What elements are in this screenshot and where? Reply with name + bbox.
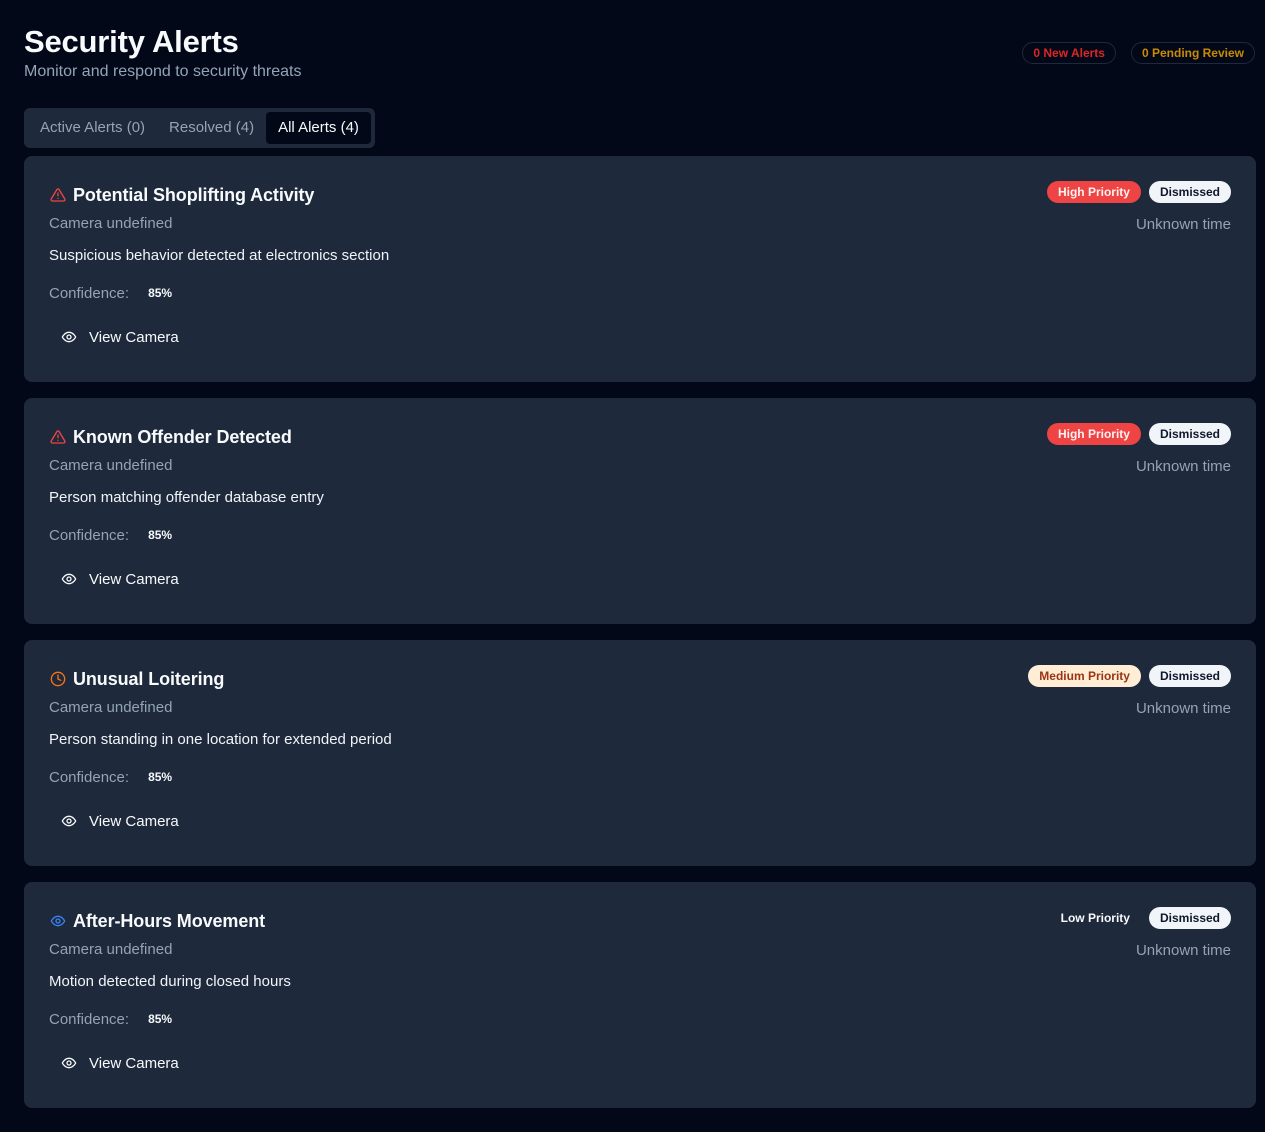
- alert-camera: Camera undefined: [49, 457, 173, 474]
- alert-description: Suspicious behavior detected at electron…: [49, 247, 390, 264]
- alert-title: Potential Shoplifting Activity: [73, 184, 315, 205]
- alert-camera: Camera undefined: [49, 699, 173, 716]
- status-badge: Dismissed: [1148, 907, 1231, 929]
- priority-badge: Low Priority: [1060, 911, 1130, 925]
- alert-description: Motion detected during closed hours: [49, 973, 291, 990]
- view-camera-button[interactable]: View Camera: [61, 1045, 191, 1081]
- alert-title: Known Offender Detected: [73, 426, 292, 447]
- alert-card: Unusual Loitering Camera undefined Perso…: [24, 640, 1256, 866]
- confidence-row: Confidence: 85%: [49, 525, 1231, 545]
- alert-time: Unknown time: [1135, 942, 1231, 959]
- alert-badges: High Priority Dismissed: [1046, 181, 1231, 203]
- confidence-label: Confidence:: [49, 768, 130, 786]
- eye-icon: [61, 813, 77, 829]
- new-alerts-badge: 0 New Alerts: [1022, 42, 1116, 64]
- confidence-label: Confidence:: [49, 526, 130, 544]
- alert-card: Known Offender Detected Camera undefined…: [24, 398, 1256, 624]
- alert-card: After-Hours Movement Camera undefined Mo…: [24, 882, 1256, 1108]
- alert-description: Person matching offender database entry: [49, 489, 324, 506]
- alert-list: Potential Shoplifting Activity Camera un…: [24, 156, 1256, 1124]
- confidence-value: 85%: [148, 1012, 173, 1026]
- alert-time: Unknown time: [1135, 700, 1231, 717]
- alert-camera: Camera undefined: [49, 215, 173, 232]
- clock-icon: [49, 670, 67, 688]
- confidence-label: Confidence:: [49, 1010, 130, 1028]
- confidence-row: Confidence: 85%: [49, 283, 1231, 303]
- page-subtitle: Monitor and respond to security threats: [24, 63, 302, 80]
- alert-badges: Low Priority Dismissed: [1050, 907, 1231, 929]
- alert-time: Unknown time: [1135, 216, 1231, 233]
- alert-triangle-icon: [49, 186, 67, 204]
- eye-icon: [61, 329, 77, 345]
- confidence-value: 85%: [148, 770, 173, 784]
- confidence-value: 85%: [148, 528, 173, 542]
- priority-badge: High Priority: [1046, 423, 1141, 445]
- priority-badge: Medium Priority: [1028, 665, 1141, 687]
- confidence-row: Confidence: 85%: [49, 767, 1231, 787]
- eye-icon: [49, 912, 67, 930]
- confidence-row: Confidence: 85%: [49, 1009, 1231, 1029]
- alert-badges: Medium Priority Dismissed: [1028, 665, 1231, 687]
- priority-badge: High Priority: [1046, 181, 1141, 203]
- status-badge: Dismissed: [1148, 181, 1231, 203]
- status-badge: Dismissed: [1148, 665, 1231, 687]
- tab-active-alerts[interactable]: Active Alerts (0): [28, 112, 157, 144]
- page-header: Security Alerts Monitor and respond to s…: [24, 24, 1255, 84]
- eye-icon: [61, 1055, 77, 1071]
- header-badges: 0 New Alerts 0 Pending Review: [1022, 42, 1255, 64]
- confidence-value: 85%: [148, 286, 173, 300]
- tab-all-alerts[interactable]: All Alerts (4): [266, 112, 371, 144]
- alert-card: Potential Shoplifting Activity Camera un…: [24, 156, 1256, 382]
- view-camera-button[interactable]: View Camera: [61, 561, 191, 597]
- view-camera-button[interactable]: View Camera: [61, 803, 191, 839]
- tab-resolved[interactable]: Resolved (4): [157, 112, 266, 144]
- view-camera-label: View Camera: [89, 1054, 179, 1072]
- alert-description: Person standing in one location for exte…: [49, 731, 392, 748]
- confidence-label: Confidence:: [49, 284, 130, 302]
- view-camera-label: View Camera: [89, 570, 179, 588]
- pending-review-badge: 0 Pending Review: [1130, 42, 1255, 64]
- alert-time: Unknown time: [1135, 458, 1231, 475]
- view-camera-label: View Camera: [89, 812, 179, 830]
- eye-icon: [61, 571, 77, 587]
- alert-title: After-Hours Movement: [73, 910, 266, 931]
- alert-badges: High Priority Dismissed: [1046, 423, 1231, 445]
- alert-title: Unusual Loitering: [73, 668, 225, 689]
- alert-tabs: Active Alerts (0) Resolved (4) All Alert…: [24, 108, 375, 148]
- alert-triangle-icon: [49, 428, 67, 446]
- view-camera-button[interactable]: View Camera: [61, 319, 191, 355]
- status-badge: Dismissed: [1148, 423, 1231, 445]
- alert-camera: Camera undefined: [49, 941, 173, 958]
- view-camera-label: View Camera: [89, 328, 179, 346]
